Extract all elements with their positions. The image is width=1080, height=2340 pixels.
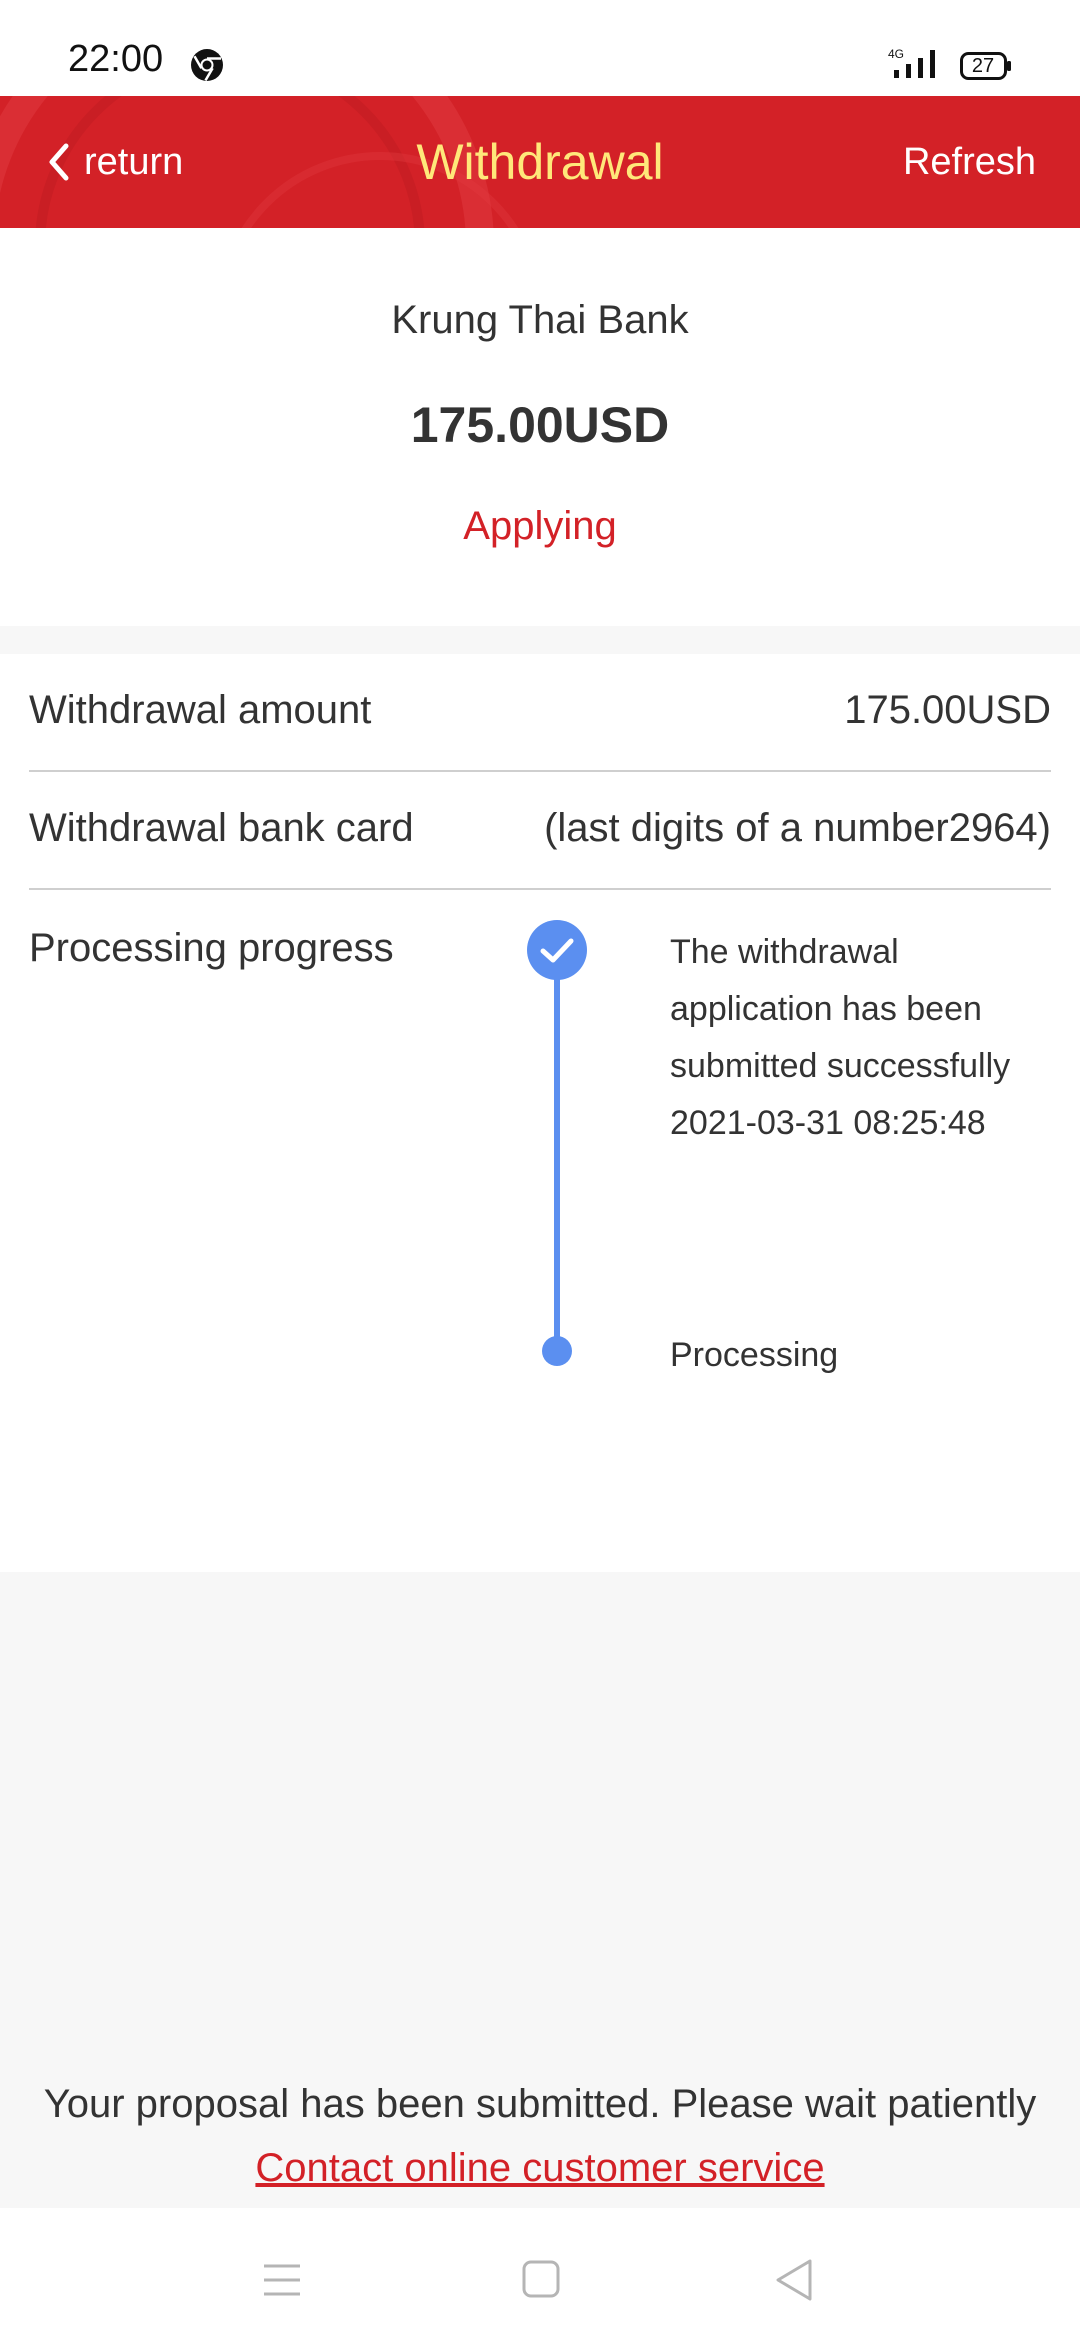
system-nav-bar [0,2208,1080,2340]
status-bar: 22:00 4G 27 [0,0,1080,96]
amount-row: Withdrawal amount 175.00USD [29,654,1051,772]
withdrawal-details: Withdrawal amount 175.00USD Withdrawal b… [0,654,1080,1572]
status-time: 22:00 [68,38,164,80]
timeline-dot-icon [542,1336,572,1366]
amount-label: Withdrawal amount [29,688,372,732]
contact-service-link[interactable]: Contact online customer service [0,2146,1080,2191]
menu-icon[interactable] [262,2262,302,2298]
bank-card-row: Withdrawal bank card (last digits of a n… [29,772,1051,890]
refresh-button[interactable]: Refresh [903,130,1036,194]
status-badge: Applying [463,504,617,548]
app-header: return Withdrawal Refresh [0,96,1080,228]
amount-value: 175.00USD [844,688,1051,732]
back-triangle-icon[interactable] [774,2258,814,2302]
bank-card-value: (last digits of a number2964) [544,806,1051,850]
network-label: 4G [888,47,904,61]
chrome-icon [191,49,223,82]
signal-4g-icon: 4G [888,47,935,78]
back-button[interactable]: return [44,130,183,194]
summary-amount: 175.00USD [410,397,670,453]
step-2-text: Processing [670,1336,839,1374]
progress-label: Processing progress [29,926,394,970]
battery-level: 27 [971,55,995,77]
step-1-text: The withdrawal application has been subm… [670,933,1011,1085]
chevron-left-icon [49,143,69,181]
home-icon[interactable] [522,2260,560,2298]
step-1-time: 2021-03-31 08:25:48 [670,1104,986,1142]
timeline-line [554,964,560,1348]
bank-name: Krung Thai Bank [391,298,689,342]
footer-note: Your proposal has been submitted. Please… [43,2082,1037,2126]
back-label: return [84,140,184,183]
withdrawal-summary: Krung Thai Bank 175.00USD Applying [0,228,1080,626]
bank-card-label: Withdrawal bank card [29,806,414,850]
check-circle-icon [527,920,587,980]
